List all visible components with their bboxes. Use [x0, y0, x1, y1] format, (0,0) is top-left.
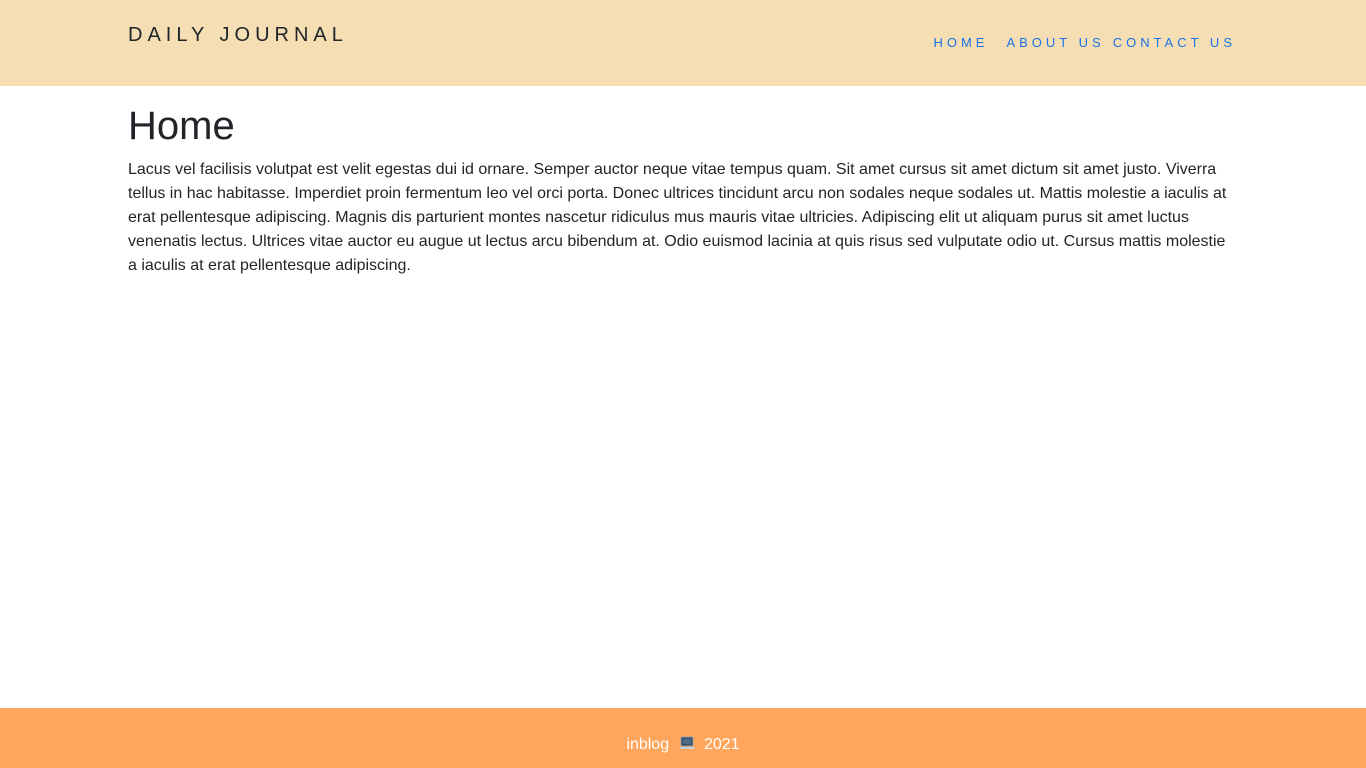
footer-year: 2021: [704, 736, 740, 753]
footer-text: inblog 2021: [626, 736, 739, 755]
main-content: Home Lacus vel facilisis volutpat est ve…: [128, 100, 1238, 278]
nav-link-about-us[interactable]: ABOUT US: [1000, 36, 1106, 50]
nav-menu: HOME ABOUT US CONTACT US: [927, 36, 1238, 50]
site-header: DAILY JOURNAL HOME ABOUT US CONTACT US: [0, 0, 1366, 86]
footer-brand: inblog: [626, 736, 670, 753]
nav-link-home[interactable]: HOME: [927, 36, 1000, 50]
page-title: Home: [128, 104, 235, 148]
nav-item-contact: CONTACT US: [1107, 36, 1238, 50]
nav-item-home: HOME: [927, 36, 1000, 50]
site-footer: inblog 2021: [0, 708, 1366, 768]
brand-logo[interactable]: DAILY JOURNAL: [128, 24, 348, 46]
home-content-paragraph: Lacus vel facilisis volutpat est velit e…: [128, 161, 1227, 274]
nav-link-contact-us[interactable]: CONTACT US: [1107, 36, 1238, 50]
laptop-icon: [678, 736, 696, 755]
nav-item-about: ABOUT US: [1000, 36, 1106, 50]
